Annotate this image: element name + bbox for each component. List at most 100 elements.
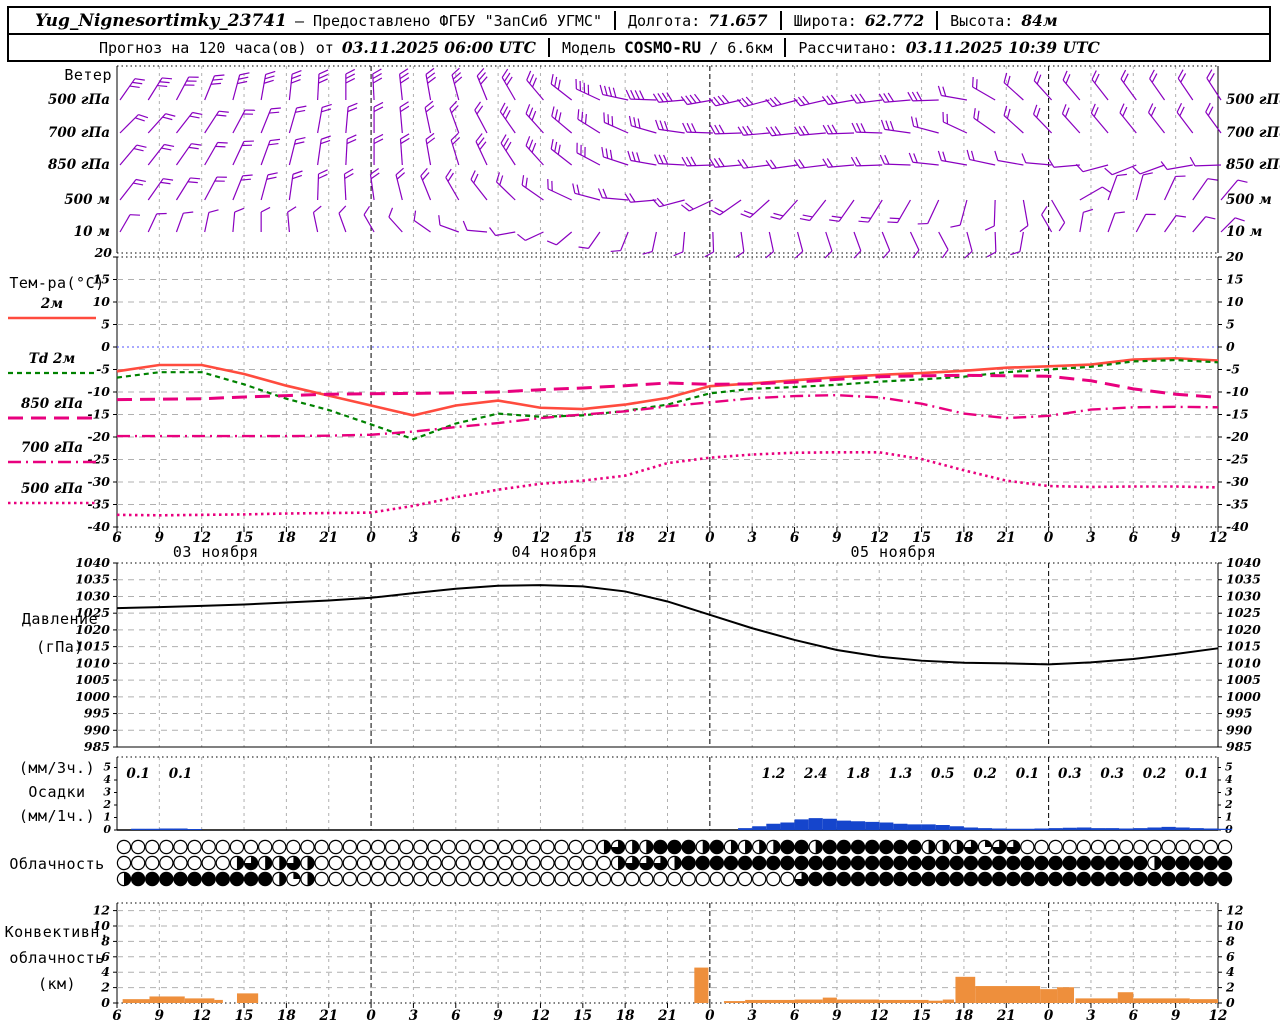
convective-bar [1057, 987, 1075, 1003]
precip-bar [935, 825, 950, 830]
longitude-label: Долгота: [627, 11, 701, 30]
svg-text:995: 995 [84, 706, 110, 721]
svg-text:9: 9 [1171, 1008, 1181, 1024]
precip-bar [808, 818, 823, 830]
svg-text:-25: -25 [1226, 452, 1249, 467]
svg-text:700 гПа: 700 гПа [48, 125, 110, 141]
precip-bar [1218, 828, 1233, 830]
svg-text:6: 6 [790, 530, 800, 546]
longitude-value: 71.657 [708, 11, 768, 30]
precip-bar [766, 823, 781, 830]
svg-text:2: 2 [1225, 980, 1235, 995]
precip-bar [1119, 828, 1134, 830]
svg-text:3: 3 [1225, 786, 1233, 799]
pressure-panel: 1040 10401035 10351030 10301025 10251020 1020… [22, 555, 1261, 754]
temperature-panel: 2015 1510 105 50 0-5 -5-10 -10-15 -15-20 -20-25-… [8, 249, 1249, 534]
cloud-row [116, 839, 1233, 855]
precip-bar [879, 822, 894, 830]
svg-text:21: 21 [318, 530, 338, 546]
convective-bar [955, 976, 976, 1003]
svg-text:-35: -35 [1226, 497, 1249, 512]
svg-text:21: 21 [657, 530, 677, 546]
svg-text:500 гПа: 500 гПа [21, 481, 83, 497]
svg-text:3: 3 [103, 786, 111, 799]
svg-text:6: 6 [451, 530, 461, 546]
precip-bar [1147, 827, 1162, 830]
precip-bar [893, 823, 908, 830]
convective-bar [1117, 992, 1134, 1003]
wind-barb-row [119, 205, 1245, 259]
svg-text:Тем-ра(°C): Тем-ра(°C) [9, 274, 104, 292]
svg-text:0: 0 [705, 1008, 715, 1024]
svg-text:-30: -30 [87, 474, 110, 489]
svg-text:18: 18 [277, 530, 296, 546]
convective-bar [184, 998, 215, 1003]
svg-text:20: 20 [94, 245, 113, 260]
svg-text:4: 4 [103, 773, 111, 786]
header: Yug_Nignesortimky_23741 — Предоставлено … [7, 6, 1271, 62]
svg-text:-10: -10 [87, 384, 110, 399]
svg-text:1010: 1010 [75, 655, 110, 670]
convective-bar [694, 967, 709, 1003]
cloud-row [116, 871, 1233, 887]
svg-text:1030: 1030 [75, 588, 110, 603]
svg-text:6: 6 [1129, 1008, 1139, 1024]
svg-text:5: 5 [103, 761, 111, 774]
svg-text:0.1: 0.1 [169, 766, 193, 782]
forecast-prefix: Прогноз на 120 часа(ов) от [99, 38, 334, 57]
svg-text:0.5: 0.5 [931, 766, 955, 782]
convective-bar [236, 993, 259, 1003]
svg-text:5: 5 [1225, 761, 1233, 774]
svg-text:0.3: 0.3 [1100, 766, 1124, 782]
svg-text:Td 2м: Td 2м [29, 351, 76, 367]
svg-text:1025: 1025 [1226, 605, 1261, 620]
svg-text:12: 12 [93, 903, 111, 918]
convective-bar [794, 999, 823, 1003]
svg-text:0.1: 0.1 [1016, 766, 1040, 782]
svg-text:10 м: 10 м [1226, 224, 1262, 240]
svg-text:3: 3 [409, 1008, 418, 1024]
svg-text:Облачность: Облачность [9, 855, 104, 873]
latitude-value: 62.772 [864, 11, 925, 30]
svg-text:-35: -35 [87, 497, 110, 512]
precip-bar [921, 824, 936, 830]
svg-text:2.4: 2.4 [803, 766, 828, 782]
precip-bar [978, 828, 993, 830]
svg-text:1: 1 [103, 811, 111, 824]
svg-text:12: 12 [1226, 903, 1244, 918]
convective-bar [122, 999, 150, 1003]
convective-bar [822, 997, 837, 1003]
svg-text:500 гПа: 500 гПа [1226, 92, 1280, 108]
svg-text:Давление: Давление [22, 610, 98, 628]
svg-text:850 гПа: 850 гПа [21, 396, 83, 412]
separator [936, 11, 939, 30]
convective-bar [745, 999, 795, 1003]
precip-bar [173, 828, 188, 830]
header-row-1: Yug_Nignesortimky_23741 — Предоставлено … [9, 8, 1269, 35]
precip-bar [865, 821, 880, 830]
svg-text:9: 9 [155, 1008, 165, 1024]
convective-bar [928, 1000, 943, 1003]
pressure-series [116, 584, 1219, 666]
precip-bar [1020, 828, 1035, 830]
svg-text:2м: 2м [40, 296, 63, 312]
precip-bar [1203, 828, 1218, 830]
svg-text:1000: 1000 [1226, 689, 1261, 704]
svg-text:5: 5 [101, 317, 110, 332]
altitude-label: Высота: [950, 11, 1014, 30]
svg-text:0: 0 [103, 823, 111, 836]
svg-text:0: 0 [705, 530, 715, 546]
wind-barb-row [119, 67, 1222, 108]
precip-bar [822, 818, 837, 830]
header-row-2: Прогноз на 120 часа(ов) от 03.11.2025 06… [9, 35, 1269, 60]
convective-bar [149, 996, 185, 1003]
svg-text:4: 4 [1226, 964, 1235, 979]
precip-bar [1189, 828, 1204, 830]
svg-text:Ветер: Ветер [64, 66, 112, 84]
svg-text:6: 6 [112, 1008, 122, 1024]
svg-text:2: 2 [1224, 798, 1233, 811]
svg-text:3: 3 [409, 530, 418, 546]
svg-text:0: 0 [1044, 530, 1054, 546]
svg-text:0: 0 [101, 995, 110, 1010]
precip-bar [851, 821, 866, 830]
